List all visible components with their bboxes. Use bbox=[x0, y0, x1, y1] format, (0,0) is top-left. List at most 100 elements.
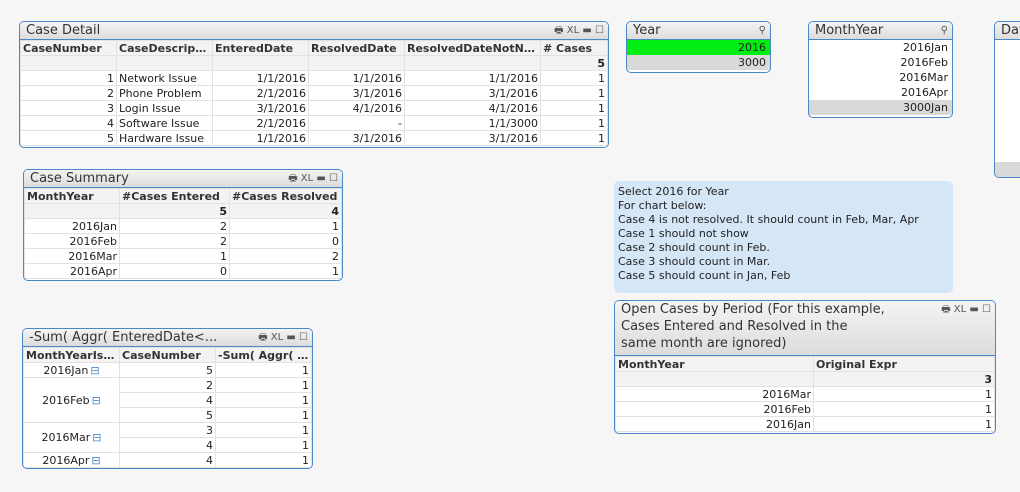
table-cell: 4/1/2016 bbox=[308, 100, 405, 116]
table-cell: 3/1/2016 bbox=[308, 85, 405, 101]
table-cell: 3 bbox=[119, 422, 216, 438]
search-icon[interactable]: ⚲ bbox=[759, 22, 766, 39]
total-cell bbox=[308, 55, 405, 71]
panel-icons[interactable]: 🖶 XL ▬ ☐ bbox=[554, 22, 604, 39]
year-list[interactable]: 2016 3000 bbox=[627, 40, 770, 70]
table-cell: 2 bbox=[119, 233, 230, 249]
table-cell: 2016Jan bbox=[24, 218, 120, 234]
panel-icons[interactable]: 🖶 XL ▬ ☐ bbox=[941, 301, 991, 318]
table-cell: 4 bbox=[119, 437, 216, 453]
total-cell bbox=[116, 55, 213, 71]
list-item[interactable]: 2016Feb bbox=[809, 55, 952, 70]
column-header[interactable]: CaseDescription bbox=[116, 40, 213, 56]
open-cases-table: MonthYear Original Expr 3 2016Mar 1 2016Feb 1 2… bbox=[615, 356, 995, 432]
table-cell: Login Issue bbox=[116, 100, 213, 116]
search-icon[interactable]: ⚲ bbox=[941, 22, 948, 39]
table-cell: 1 bbox=[215, 407, 312, 423]
table-row: 2016Jan ⊟ 5 1 bbox=[23, 362, 312, 378]
table-cell: 1/1/3000 bbox=[404, 115, 541, 131]
table-cell: 1 bbox=[540, 85, 608, 101]
column-header[interactable]: MonthYearIsl... bbox=[23, 347, 120, 363]
total-cell: 4 bbox=[229, 203, 342, 219]
panel-icons[interactable]: 🖶 XL ▬ ☐ bbox=[288, 170, 338, 187]
total-cell: 5 bbox=[119, 203, 230, 219]
group-cell[interactable]: 2016Apr ⊟ bbox=[23, 452, 120, 468]
table-cell: 1/1/2016 bbox=[404, 70, 541, 86]
note-line: Case 5 should count in Jan, Feb bbox=[618, 269, 791, 282]
table-cell: 2 bbox=[229, 248, 342, 264]
table-row: 2016Jan 1 bbox=[615, 416, 995, 432]
column-header[interactable]: # Cases bbox=[540, 40, 608, 56]
table-cell: 1 bbox=[229, 263, 342, 279]
instructions-note: Select 2016 for Year For chart below: Case… bbox=[614, 181, 953, 293]
total-cell bbox=[615, 371, 814, 387]
header-row: MonthYear #Cases Entered #Cases Resolved bbox=[24, 188, 342, 204]
monthyear-list[interactable]: 2016Jan 2016Feb 2016Mar 2016Apr 3000Jan bbox=[809, 40, 952, 115]
panel-title: MonthYear ⚲ bbox=[809, 22, 952, 40]
panel-icons[interactable]: 🖶 XL ▬ ☐ bbox=[258, 329, 308, 346]
total-row: 3 bbox=[615, 371, 995, 387]
list-item[interactable]: 2016 bbox=[627, 40, 770, 55]
list-item[interactable]: 2016Apr bbox=[809, 85, 952, 100]
column-header[interactable]: -Sum( Aggr( En... bbox=[215, 347, 312, 363]
list-item[interactable]: 3000 bbox=[627, 55, 770, 70]
note-line: Case 1 should not show bbox=[618, 227, 749, 240]
table-cell: 4 bbox=[119, 392, 216, 408]
column-header[interactable]: Original Expr bbox=[813, 356, 995, 372]
xl-icon[interactable]: XL bbox=[567, 25, 579, 36]
table-cell: Phone Problem bbox=[116, 85, 213, 101]
group-cell[interactable]: 2016Mar ⊟ bbox=[23, 422, 120, 453]
table-row: 2016Feb 2 0 bbox=[24, 233, 342, 249]
month-label: 2016Jan bbox=[43, 363, 89, 377]
list-item[interactable] bbox=[995, 162, 1020, 177]
collapse-icon[interactable]: ⊟ bbox=[92, 431, 101, 444]
table-row: 2016Mar 1 bbox=[615, 386, 995, 402]
case-detail-panel: Case Detail 🖶 XL ▬ ☐ CaseNumber CaseDescri… bbox=[19, 21, 609, 148]
list-item[interactable]: 2016Jan bbox=[809, 40, 952, 55]
table-cell: 1 bbox=[215, 362, 312, 378]
column-header[interactable]: MonthYear bbox=[24, 188, 120, 204]
column-header[interactable]: CaseNumber bbox=[119, 347, 216, 363]
year-listbox: Year ⚲ 2016 3000 bbox=[626, 21, 771, 73]
column-header[interactable]: #Cases Entered bbox=[119, 188, 230, 204]
table-row: 2016Apr 0 1 bbox=[24, 263, 342, 279]
table-cell: 5 bbox=[119, 407, 216, 423]
month-label: 2016Apr bbox=[42, 453, 90, 467]
total-row: 54 bbox=[24, 203, 342, 219]
list-item[interactable]: 2016Mar bbox=[809, 70, 952, 85]
collapse-icon[interactable]: ⊟ bbox=[91, 454, 100, 467]
table-row: 2016Apr ⊟ 4 1 bbox=[23, 452, 312, 468]
aggr-title: -Sum( Aggr( EnteredDate<... bbox=[29, 330, 218, 345]
table-cell: 1 bbox=[215, 392, 312, 408]
aggr-panel: -Sum( Aggr( EnteredDate<... 🖶 XL ▬ ☐ Mont… bbox=[22, 328, 313, 469]
column-header[interactable]: CaseNumber bbox=[20, 40, 117, 56]
collapse-icon[interactable]: ⊟ bbox=[90, 364, 99, 377]
table-cell: 1 bbox=[813, 401, 995, 417]
collapse-icon[interactable]: ⊟ bbox=[92, 394, 101, 407]
table-cell: 1 bbox=[540, 130, 608, 146]
table-cell: 1/1/2016 bbox=[212, 70, 309, 86]
table-cell: 4 bbox=[119, 452, 216, 468]
column-header[interactable]: EnteredDate bbox=[212, 40, 309, 56]
list-item[interactable]: 3000Jan bbox=[809, 100, 952, 115]
table-cell: 1 bbox=[813, 386, 995, 402]
table-cell: 5 bbox=[119, 362, 216, 378]
column-header[interactable]: ResolvedDateNotNull bbox=[404, 40, 541, 56]
table-cell: Software Issue bbox=[116, 115, 213, 131]
table-row: 2016Mar 1 2 bbox=[24, 248, 342, 264]
total-cell bbox=[24, 203, 120, 219]
table-cell: 1 bbox=[540, 100, 608, 116]
table-row: 2016Feb 1 bbox=[615, 401, 995, 417]
case-summary-title: Case Summary bbox=[30, 171, 129, 186]
group-cell[interactable]: 2016Feb ⊟ bbox=[23, 377, 120, 423]
table-cell: 2016Jan bbox=[615, 416, 814, 432]
column-header[interactable]: ResolvedDate bbox=[308, 40, 405, 56]
table-cell: 1 bbox=[119, 248, 230, 264]
table-cell: 1/1/2016 bbox=[212, 130, 309, 146]
column-header[interactable]: #Cases Resolved bbox=[229, 188, 342, 204]
monthyear-listbox: MonthYear ⚲ 2016Jan 2016Feb 2016Mar 2016Apr 3… bbox=[808, 21, 953, 118]
group-cell[interactable]: 2016Jan ⊟ bbox=[23, 362, 120, 378]
column-header[interactable]: MonthYear bbox=[615, 356, 814, 372]
table-row: 4 Software Issue 2/1/2016-1/1/3000 1 bbox=[20, 115, 608, 131]
header-row: MonthYear Original Expr bbox=[615, 356, 995, 372]
